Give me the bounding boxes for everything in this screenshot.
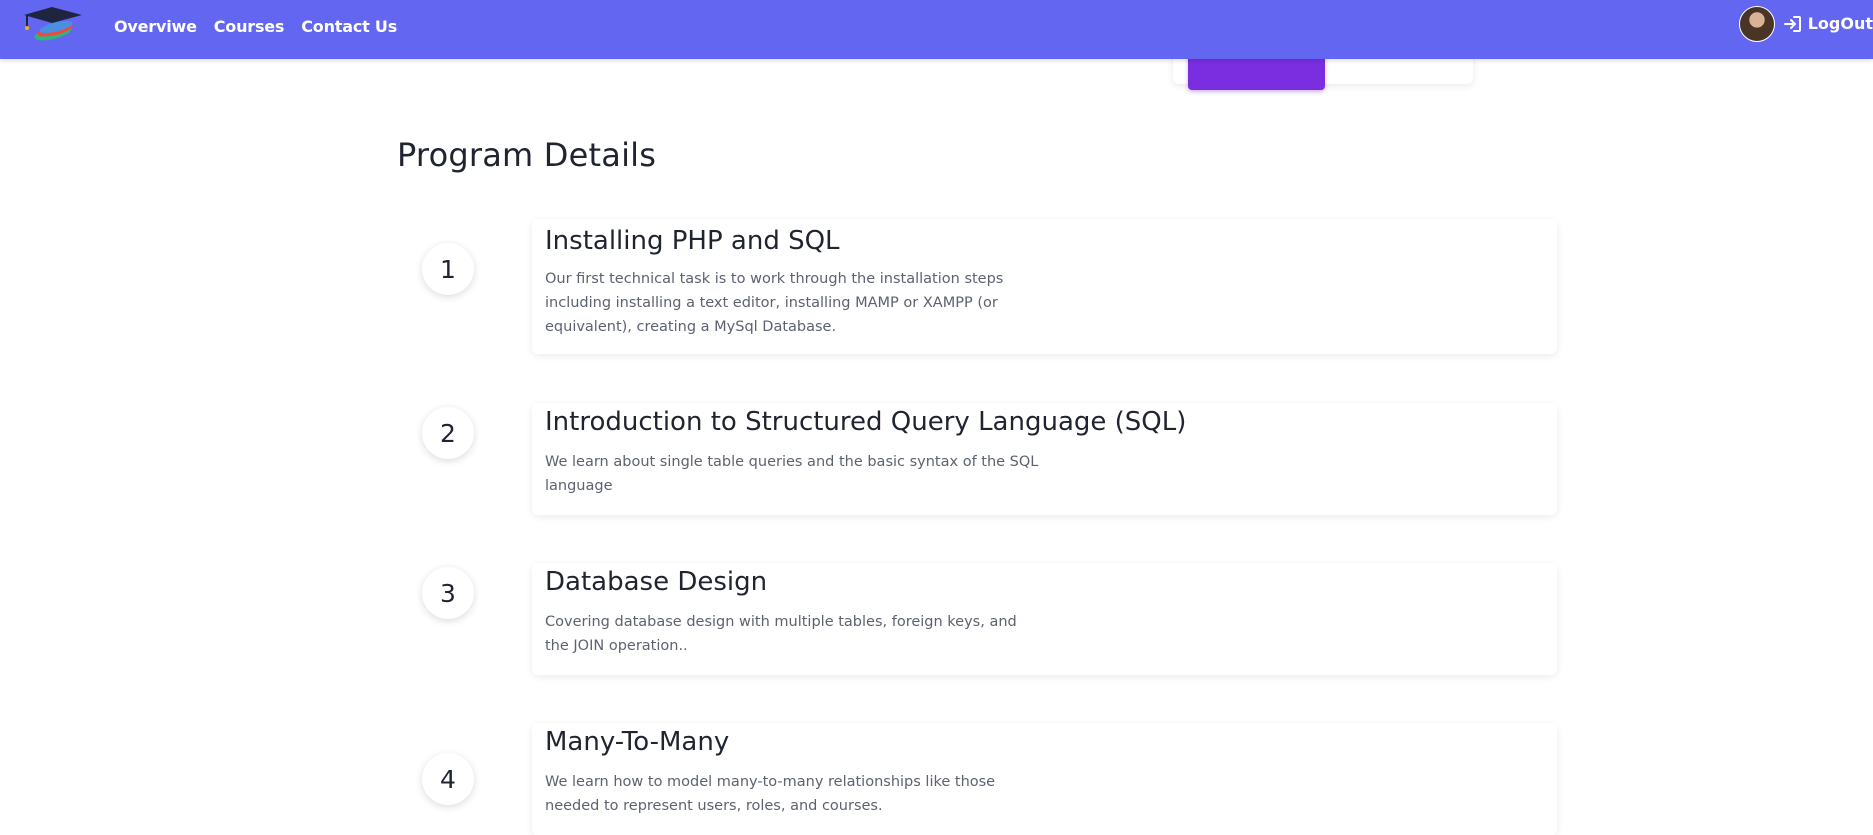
step-title: Many-To-Many bbox=[545, 727, 730, 757]
step-card: Database Design Covering database design… bbox=[532, 563, 1557, 675]
program-step: 3 Database Design Covering database desi… bbox=[397, 563, 1557, 675]
step-description: Our first technical task is to work thro… bbox=[545, 271, 1004, 335]
step-card: Introduction to Structured Query Languag… bbox=[532, 403, 1557, 515]
nav-link-contact-us[interactable]: Contact Us bbox=[301, 17, 397, 36]
step-title: Database Design bbox=[545, 567, 768, 597]
user-area: LogOut bbox=[1738, 0, 1873, 47]
program-step: 2 Introduction to Structured Query Langu… bbox=[397, 403, 1557, 515]
program-step: 1 Installing PHP and SQL Our first techn… bbox=[397, 219, 1557, 355]
step-number-badge: 4 bbox=[422, 753, 474, 805]
main-nav: Overviwe Courses Contact Us bbox=[114, 0, 397, 52]
step-description: We learn about single table queries and … bbox=[545, 454, 1039, 494]
top-navbar: Overviwe Courses Contact Us LogOut bbox=[0, 0, 1873, 59]
program-step: 4 Many-To-Many We learn how to model man… bbox=[397, 723, 1557, 835]
logout-button[interactable]: LogOut bbox=[1783, 14, 1873, 34]
step-number-badge: 2 bbox=[422, 407, 474, 459]
graduation-cap-logo-icon[interactable] bbox=[22, 6, 84, 42]
step-card: Many-To-Many We learn how to model many-… bbox=[532, 723, 1557, 835]
step-description: We learn how to model many-to-many relat… bbox=[545, 774, 996, 814]
nav-link-courses[interactable]: Courses bbox=[214, 17, 285, 36]
program-details-heading: Program Details bbox=[397, 136, 657, 174]
step-card: Installing PHP and SQL Our first technic… bbox=[532, 219, 1557, 354]
step-title: Introduction to Structured Query Languag… bbox=[545, 407, 1187, 437]
step-title: Installing PHP and SQL bbox=[545, 226, 840, 256]
user-avatar[interactable] bbox=[1738, 5, 1775, 42]
step-number-badge: 3 bbox=[422, 567, 474, 619]
nav-link-overview[interactable]: Overviwe bbox=[114, 17, 197, 36]
logout-icon bbox=[1783, 14, 1803, 34]
logout-label: LogOut bbox=[1807, 14, 1873, 33]
step-description: Covering database design with multiple t… bbox=[545, 614, 1017, 654]
step-number-badge: 1 bbox=[422, 243, 474, 295]
